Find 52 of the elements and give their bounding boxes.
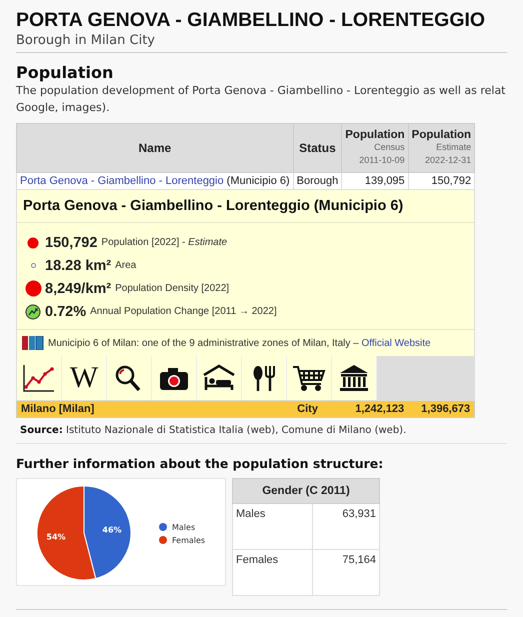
legend-dot — [159, 523, 167, 531]
line-chart-icon[interactable] — [22, 363, 56, 393]
page-subtitle: Borough in Milan City — [16, 33, 156, 48]
description-text: Municipio 6 of Milan: one of the 9 administrative zones of Milan, Italy – Official Website — [48, 338, 431, 348]
growth-icon — [25, 304, 41, 320]
table-cell: Males — [232, 504, 313, 550]
table-cell: 1,242,123 — [342, 400, 408, 418]
legend-label: Females — [172, 536, 206, 545]
table-cell: Females — [232, 550, 313, 596]
website-link[interactable]: Official Website — [362, 338, 431, 348]
section-heading: Further information about the population structure: — [16, 456, 384, 471]
page-title: PORTA GENOVA - GIAMBELLINO - LORENTEGGIO — [16, 8, 486, 32]
intro-text: The population development of Porta Genova - Giambellino - Lorenteggio as well as relat — [16, 83, 506, 99]
source-text: Source: Istituto Nazionale di Statistica Italia (web), Comune di Milano (web). — [16, 425, 507, 444]
intro-text: Google, images). — [16, 100, 110, 116]
dot-icon — [24, 280, 42, 297]
museum-icon[interactable] — [337, 363, 371, 393]
slice-label: 46% — [102, 526, 122, 534]
table-cell: 75,164 — [312, 550, 380, 596]
table-header: Gender (C 2011) — [232, 478, 380, 504]
stat-value: 150,792 — [45, 234, 98, 250]
column-header: Population Estimate 2022-12-31 — [408, 124, 475, 172]
slice-label: 54% — [46, 532, 66, 542]
table-cell: 150,792 — [408, 172, 475, 190]
stat-label: Annual Population Change [2011 → 2022] — [90, 306, 277, 317]
legend-label: Males — [172, 523, 196, 532]
shopping-cart-icon[interactable] — [292, 363, 326, 393]
bed-icon[interactable] — [202, 363, 236, 393]
dot-icon — [27, 236, 39, 248]
stat-value: 0.72% — [45, 304, 86, 320]
table-cell: 139,095 — [342, 172, 408, 190]
flag-icon — [22, 336, 44, 350]
stat-label: Population Density [2022] — [115, 283, 230, 294]
detail-title: Porta Genova - Giambellino - Lorenteggio (Municipio 6) — [17, 190, 474, 223]
table-cell: 1,396,673 — [408, 400, 475, 418]
wikipedia-icon[interactable]: W — [70, 363, 98, 393]
stat-label: Area — [115, 260, 136, 271]
legend-dot — [159, 536, 167, 544]
table-cell: Milano [Milan] — [16, 400, 294, 418]
stat-value: 8,249/km² — [45, 280, 112, 296]
table-cell: City — [293, 400, 342, 418]
section-heading: Population — [16, 63, 114, 82]
table-cell: Porta Genova - Giambellino - Lorenteggio (Municipio 6) — [16, 172, 294, 190]
column-header: Population Census 2011-10-09 — [342, 124, 408, 172]
stat-label: Population [2022] - Estimate — [101, 237, 228, 248]
column-header: Status — [293, 124, 342, 172]
column-header: Name — [16, 124, 294, 172]
borough-link[interactable]: Porta Genova - Giambellino - Lorenteggio — [20, 175, 224, 187]
stat-value: 18.28 km² — [45, 258, 112, 274]
dot-icon — [30, 263, 36, 268]
table-cell: Borough — [293, 172, 342, 190]
table-cell: 63,931 — [312, 504, 380, 550]
